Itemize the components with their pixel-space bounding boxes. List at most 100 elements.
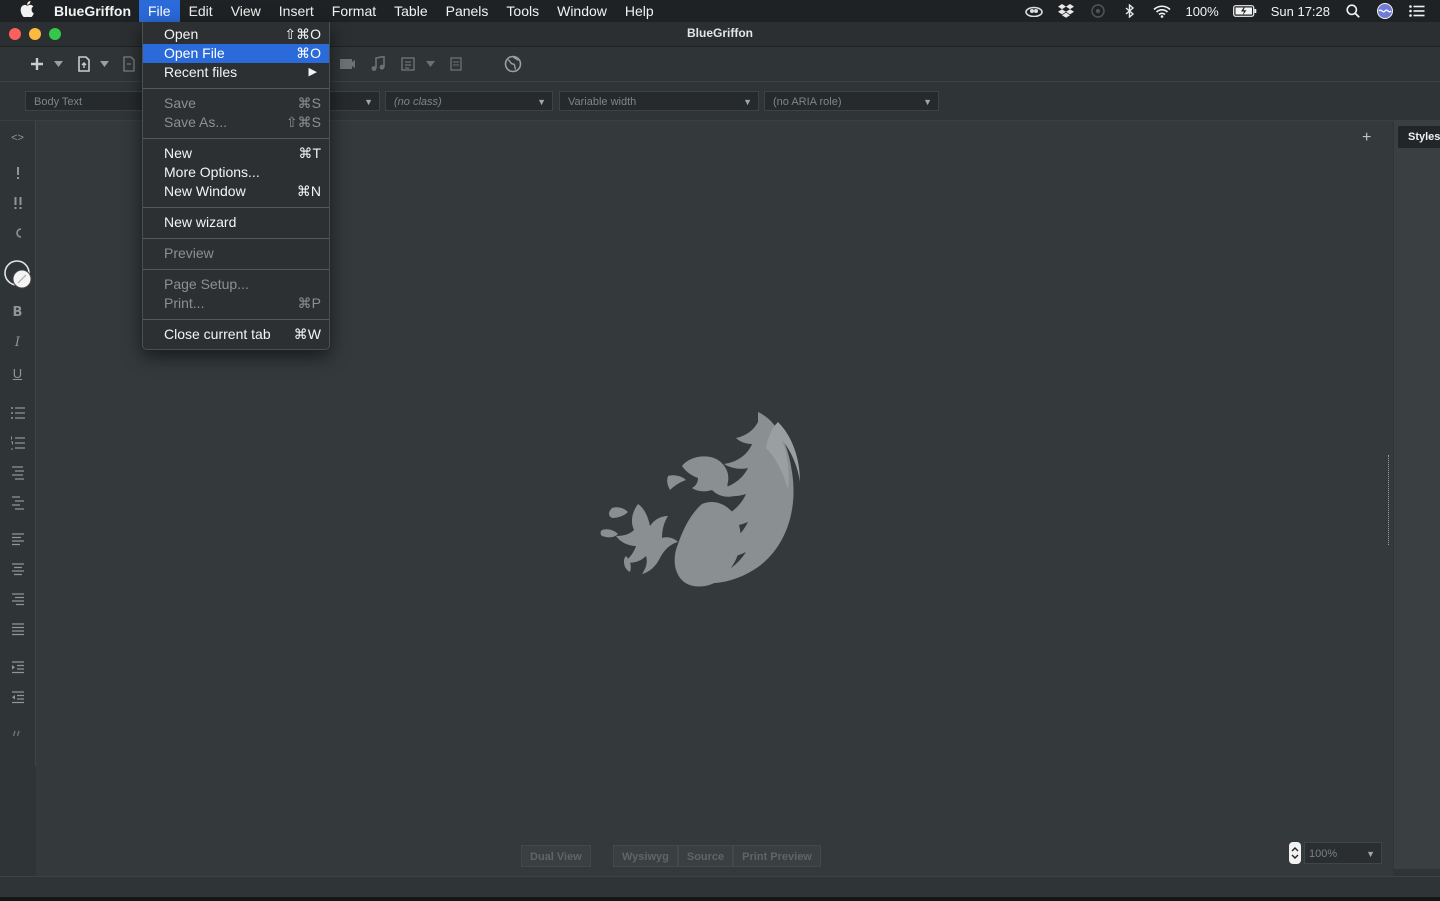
menu-help[interactable]: Help (616, 0, 663, 22)
menu-item-save-as[interactable]: Save As... ⇧⌘S (143, 113, 329, 132)
menu-item-new-window[interactable]: New Window ⌘N (143, 182, 329, 201)
zoom-stepper[interactable] (1289, 842, 1301, 864)
menu-item-save[interactable]: Save ⌘S (143, 94, 329, 113)
unordered-list-icon[interactable] (0, 406, 35, 423)
menu-item-new[interactable]: New ⌘T (143, 144, 329, 163)
insert-audio-icon[interactable] (370, 55, 386, 73)
save-document-icon[interactable] (121, 55, 137, 73)
class-select-value: (no class) (394, 96, 442, 108)
clear-style-icon[interactable] (0, 226, 35, 243)
menu-item-open[interactable]: Open ⇧⌘O (143, 25, 329, 44)
publish-globe-icon[interactable] (504, 55, 522, 73)
open-document-icon[interactable] (76, 55, 92, 73)
menu-item-shortcut: ⇧⌘S (285, 114, 321, 130)
battery-percent: 100% (1185, 3, 1219, 19)
exclamation-icon[interactable] (0, 166, 35, 183)
app-name-menu[interactable]: BlueGriffon (54, 3, 131, 19)
align-left-icon[interactable] (0, 533, 35, 550)
align-justify-icon[interactable] (0, 623, 35, 640)
ordered-list-icon[interactable] (0, 436, 35, 453)
bluetooth-icon[interactable] (1121, 4, 1139, 18)
menu-item-preview[interactable]: Preview (143, 244, 329, 263)
menu-view[interactable]: View (222, 0, 270, 22)
wifi-icon[interactable] (1153, 4, 1172, 18)
file-menu-dropdown: Open ⇧⌘O Open File ⌘O Recent files ▶ Sav… (142, 22, 330, 350)
indent-icon[interactable] (0, 661, 35, 678)
menu-panels[interactable]: Panels (437, 0, 498, 22)
bold-button[interactable]: B (0, 305, 35, 320)
left-format-sidebar: <> B I U (0, 121, 36, 766)
menu-window[interactable]: Window (548, 0, 616, 22)
quote-icon[interactable] (0, 729, 35, 744)
menu-item-label: Print... (164, 295, 205, 311)
definition-list-icon[interactable] (0, 466, 35, 483)
styles-panel-tab[interactable]: Styles (1398, 126, 1440, 148)
creative-cloud-icon[interactable] (1025, 4, 1044, 18)
outdent-icon[interactable] (0, 691, 35, 708)
insert-video-icon[interactable] (338, 55, 356, 73)
clock[interactable]: Sun 17:28 (1271, 4, 1330, 19)
add-panel-button[interactable]: + (1362, 129, 1371, 147)
menu-item-recent-files[interactable]: Recent files ▶ (143, 63, 329, 82)
definition-term-icon[interactable] (0, 496, 35, 513)
align-right-icon[interactable] (0, 593, 35, 610)
apple-menu-icon[interactable] (12, 1, 42, 21)
panel-splitter[interactable] (1388, 455, 1391, 545)
zoom-select[interactable]: 100% ▼ (1304, 842, 1382, 864)
source-tab[interactable]: Source (677, 845, 734, 867)
menu-file[interactable]: File (139, 0, 180, 22)
menu-separator (143, 207, 329, 208)
menu-tools[interactable]: Tools (497, 0, 548, 22)
menu-separator (143, 319, 329, 320)
siri-icon[interactable] (1376, 3, 1394, 19)
print-preview-tab[interactable]: Print Preview (733, 845, 821, 867)
notification-center-icon[interactable] (1408, 4, 1426, 18)
insert-form-icon[interactable] (400, 55, 418, 73)
new-document-dropdown-icon[interactable] (54, 55, 63, 73)
menu-item-page-setup[interactable]: Page Setup... (143, 275, 329, 294)
menu-item-print[interactable]: Print... ⌘P (143, 294, 329, 313)
menu-item-label: New (164, 145, 193, 161)
paragraph-format-select[interactable]: Body Text (25, 91, 145, 111)
menu-item-close-tab[interactable]: Close current tab ⌘W (143, 325, 329, 344)
menu-item-label: Recent files (164, 64, 238, 80)
dropbox-icon[interactable] (1057, 4, 1075, 18)
source-code-toggle[interactable]: <> (0, 132, 35, 144)
double-exclamation-icon[interactable] (0, 196, 35, 213)
chevron-down-icon: ▼ (743, 97, 752, 107)
menu-item-label: Page Setup... (164, 276, 249, 292)
menu-edit[interactable]: Edit (180, 0, 222, 22)
open-document-dropdown-icon[interactable] (100, 55, 109, 73)
aria-role-select-value: (no ARIA role) (773, 96, 842, 108)
insert-form-dropdown-icon[interactable] (426, 55, 435, 73)
right-side-panel (1394, 121, 1440, 869)
menu-item-label: More Options... (164, 164, 260, 180)
width-select[interactable]: Variable width ▼ (559, 91, 759, 111)
chevron-down-icon: ▼ (923, 97, 932, 107)
menu-item-label: Save (164, 95, 196, 111)
dual-view-tab[interactable]: Dual View (521, 845, 591, 867)
battery-icon[interactable] (1232, 4, 1257, 18)
align-center-icon[interactable] (0, 563, 35, 580)
aria-role-select[interactable]: (no ARIA role) ▼ (764, 91, 939, 111)
window-bottom-edge (0, 897, 1440, 901)
menu-insert[interactable]: Insert (270, 0, 323, 22)
sync-icon[interactable] (1089, 4, 1107, 18)
menu-item-shortcut: ⌘O (296, 45, 321, 61)
menu-format[interactable]: Format (323, 0, 385, 22)
font-select[interactable]: ▼ (328, 91, 380, 111)
new-document-plus-icon[interactable] (30, 55, 44, 73)
menu-item-new-wizard[interactable]: New wizard (143, 213, 329, 232)
menu-item-more-options[interactable]: More Options... (143, 163, 329, 182)
underline-button[interactable]: U (0, 366, 35, 381)
menu-item-label: Save As... (164, 114, 228, 130)
class-select[interactable]: (no class) ▼ (385, 91, 553, 111)
menu-separator (143, 238, 329, 239)
menu-item-open-file[interactable]: Open File ⌘O (143, 44, 329, 63)
color-picker-icon[interactable] (2, 259, 36, 296)
wysiwyg-tab[interactable]: Wysiwyg (613, 845, 678, 867)
menu-table[interactable]: Table (385, 0, 436, 22)
spotlight-search-icon[interactable] (1344, 4, 1362, 18)
italic-button[interactable]: I (0, 335, 35, 350)
insert-page-icon[interactable] (449, 55, 463, 73)
